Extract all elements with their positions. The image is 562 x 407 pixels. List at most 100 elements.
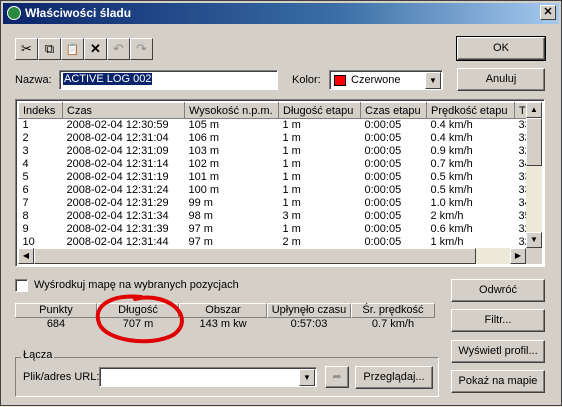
column-header[interactable]: Tra [514,102,526,119]
window-title: Właściwości śladu [25,6,132,20]
table-cell: 10 [22,236,35,248]
horizontal-scroll-thumb[interactable] [34,248,476,264]
table-cell: 0:00:05 [364,158,402,170]
table-cell: 332 [518,119,527,131]
table-cell: 2008-02-04 12:31:19 [66,171,169,183]
table-cell: 0.7 km/h [430,158,473,170]
chevron-down-icon[interactable]: ▼ [299,369,315,386]
track-points-table[interactable]: Indeks Czas Wysokość n.p.m. Długość etapu Cz… [15,99,545,267]
table-cell: 350 [518,210,527,222]
table-cell: 7 [22,197,29,209]
scroll-left-icon[interactable]: ◀ [18,248,34,264]
table-cell: 1.0 km/h [430,197,473,209]
table-cell: 97 m [188,223,213,235]
name-input-value: ACTIVE LOG 002 [63,73,153,85]
column-header[interactable]: Długość etapu [278,102,361,119]
horizontal-scrollbar[interactable]: ◀ ▶ [18,248,526,264]
name-label: Nazwa: [15,74,52,86]
url-input[interactable]: ▼ [99,367,317,387]
stat-value: 684 [46,318,66,330]
center-map-label: Wyśrodkuj mapę na wybranych pozycjach [34,279,239,291]
app-icon [7,6,21,20]
filter-button[interactable]: Filtr... [451,309,545,332]
arrow-icon: ➦ [332,371,342,383]
table-cell: 9 [22,223,29,235]
table-cell: 8 [22,210,29,222]
table-cell: 2008-02-04 12:31:09 [66,145,169,157]
table-cell: 6 [22,184,29,196]
table-cell: 1 m [282,197,301,209]
table-cell: 2008-02-04 12:31:04 [66,132,169,144]
table-row[interactable]: 1 2008-02-04 12:30:59 105 m 1 m 0:00:05 0.4 k… [19,119,527,133]
track-properties-dialog: Właściwości śladu ✕ ✂ ⧉ 📋 ✕ ↶ ↷ OK Anulu… [0,0,562,406]
scroll-right-icon[interactable]: ▶ [510,248,526,264]
table-cell: 0:00:05 [364,171,402,183]
table-cell: 327 [518,236,527,248]
scroll-down-icon[interactable]: ▼ [526,232,542,248]
table-cell: 0.9 km/h [430,145,473,157]
stat-value: 143 m kw [199,318,247,330]
copy-button[interactable]: ⧉ [38,38,61,60]
table-cell: 100 m [188,184,220,196]
color-select[interactable]: Czerwone ▼ [329,70,443,90]
redo-button[interactable]: ↷ [130,38,153,60]
paste-icon: 📋 [65,44,80,56]
table-cell: 2 [22,132,29,144]
paste-button[interactable]: 📋 [61,38,84,60]
name-input[interactable]: ACTIVE LOG 002 [59,70,278,90]
table-cell: 0:00:05 [364,223,402,235]
table-row[interactable]: 4 2008-02-04 12:31:14 102 m 1 m 0:00:05 0.7 k… [19,158,527,171]
chevron-down-icon[interactable]: ▼ [425,72,441,89]
vertical-scrollbar[interactable]: ▲ ▼ [526,102,542,248]
table-cell: 2008-02-04 12:31:29 [66,197,169,209]
table-cell: 3 [22,145,29,157]
table-cell: 0:00:05 [364,119,402,131]
table-cell: 2008-02-04 12:30:59 [66,119,169,131]
table-cell: 2008-02-04 12:31:34 [66,210,169,222]
table-cell: 2008-02-04 12:31:39 [66,223,169,235]
table-cell: 0:00:05 [364,236,402,248]
table-cell: 0.4 km/h [430,132,473,144]
scroll-up-icon[interactable]: ▲ [526,102,542,118]
table-row[interactable]: 6 2008-02-04 12:31:24 100 m 1 m 0:00:05 0.5 k… [19,184,527,197]
center-map-checkbox[interactable] [15,279,28,292]
column-header[interactable]: Czas etapu [360,102,427,119]
delete-button[interactable]: ✕ [84,38,107,60]
table-cell: 2008-02-04 12:31:44 [66,236,169,248]
undo-button[interactable]: ↶ [107,38,130,60]
cut-button[interactable]: ✂ [15,38,38,60]
open-link-button[interactable]: ➦ [325,366,349,388]
table-cell: 2008-02-04 12:31:24 [66,184,169,196]
table-cell: 0.6 km/h [430,223,473,235]
cancel-button[interactable]: Anuluj [457,68,545,91]
table-cell: 0.4 km/h [430,119,473,131]
table-cell: 98 m [188,210,213,222]
title-bar: Właściwości śladu ✕ [3,3,559,24]
table-row[interactable]: 3 2008-02-04 12:31:09 103 m 1 m 0:00:05 0.9 k… [19,145,527,158]
color-label: Kolor: [292,74,321,86]
browse-button[interactable]: Przeglądaj... [355,366,433,389]
show-on-map-button[interactable]: Pokaż na mapie [451,370,545,393]
table-cell: 3 m [282,210,301,222]
url-label: Plik/adres URL: [23,371,100,383]
show-profile-button[interactable]: Wyświetl profil... [451,340,545,363]
table-row[interactable]: 9 2008-02-04 12:31:39 97 m 1 m 0:00:05 0.6 km… [19,223,527,236]
table-cell: 0:00:05 [364,197,402,209]
table-row[interactable]: 10 2008-02-04 12:31:44 97 m 2 m 0:00:05 1 km/… [19,236,527,248]
table-row[interactable]: 5 2008-02-04 12:31:19 101 m 1 m 0:00:05 0.5 k… [19,171,527,184]
stat-header: Upłynęło czasu [267,303,351,318]
column-header[interactable]: Prędkość etapu [426,102,515,119]
color-select-value: Czerwone [351,74,401,86]
revert-button[interactable]: Odwróć [451,279,545,302]
table-row[interactable]: 7 2008-02-04 12:31:29 99 m 1 m 0:00:05 1.0 km… [19,197,527,210]
table-cell: 2008-02-04 12:31:14 [66,158,169,170]
ok-button[interactable]: OK [456,36,546,61]
close-button[interactable]: ✕ [540,5,556,20]
vertical-scroll-thumb[interactable] [526,118,542,166]
column-header[interactable]: Wysokość n.p.m. [184,102,279,119]
column-header[interactable]: Indeks [18,102,63,119]
column-header[interactable]: Czas [62,102,185,119]
redo-icon: ↷ [136,41,147,56]
table-row[interactable]: 8 2008-02-04 12:31:34 98 m 3 m 0:00:05 2 km/h… [19,210,527,223]
table-row[interactable]: 2 2008-02-04 12:31:04 106 m 1 m 0:00:05 0.4 k… [19,132,527,145]
